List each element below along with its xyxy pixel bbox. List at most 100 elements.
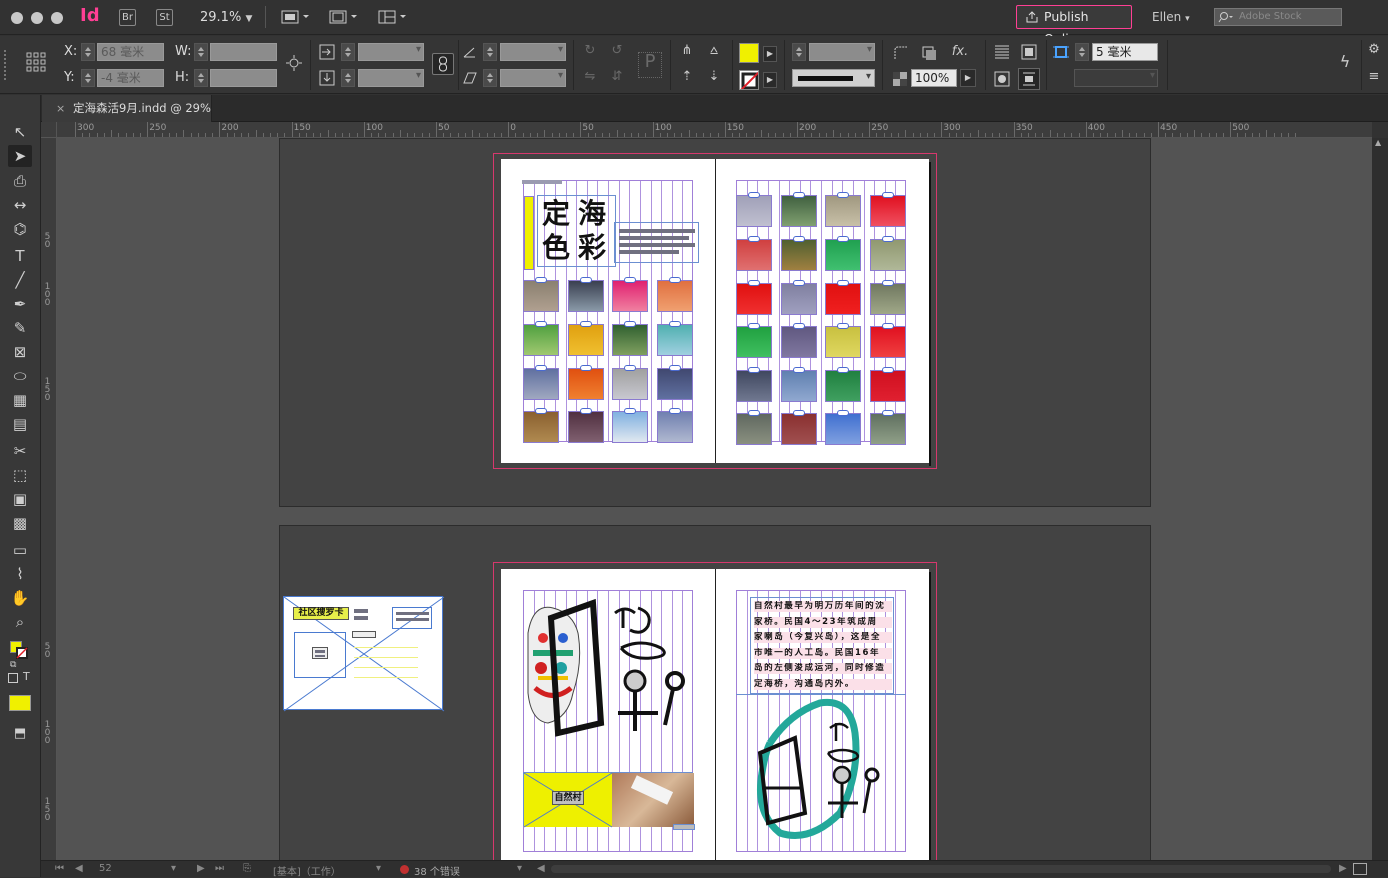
zoom-window-button[interactable]: [51, 12, 63, 24]
preflight-errors[interactable]: 38 个错误: [414, 863, 460, 878]
link-icon[interactable]: [624, 365, 636, 371]
last-page-icon[interactable]: ⏭: [215, 863, 224, 874]
stroke-offset-field[interactable]: 5 毫米: [1092, 43, 1158, 61]
stock-app-button[interactable]: St: [156, 9, 173, 26]
photo-thumbnail[interactable]: [870, 236, 906, 271]
link-icon[interactable]: [793, 323, 805, 329]
shear-stepper[interactable]: [483, 69, 497, 87]
fill-color-swatch[interactable]: [739, 43, 759, 63]
first-page-icon[interactable]: ⏮: [55, 863, 64, 874]
image-strip-frame[interactable]: 自然村: [523, 772, 694, 828]
document-tab[interactable]: × 定海森活9月.indd @ 29%: [42, 95, 212, 122]
scale-x-dropdown[interactable]: [358, 43, 424, 61]
scale-x-stepper[interactable]: [341, 43, 355, 61]
photo-thumbnail[interactable]: [825, 323, 861, 358]
gradient-feather-tool-icon[interactable]: ▩: [8, 512, 32, 534]
photo-thumbnail[interactable]: [657, 321, 693, 356]
panel-menu-icon[interactable]: ≡: [1365, 68, 1383, 86]
type-tool-icon[interactable]: T: [8, 245, 32, 267]
scroll-up-icon[interactable]: ▲: [1375, 138, 1385, 148]
photo-thumbnail[interactable]: [523, 321, 559, 356]
photo-thumbnail[interactable]: [825, 280, 861, 315]
link-icon[interactable]: [748, 410, 760, 416]
link-icon[interactable]: [882, 323, 894, 329]
split-layout-icon[interactable]: [1353, 863, 1367, 875]
gear-icon[interactable]: ⚙: [1365, 41, 1383, 59]
link-icon[interactable]: [837, 236, 849, 242]
text-wrap-jump-object-button[interactable]: [1018, 68, 1040, 90]
photo-thumbnail[interactable]: [870, 280, 906, 315]
publish-online-button[interactable]: Publish Online: [1016, 5, 1132, 46]
link-icon[interactable]: [793, 280, 805, 286]
photo-thumbnail[interactable]: [870, 410, 906, 445]
link-icon[interactable]: [535, 321, 547, 327]
x-position-field[interactable]: 68 毫米: [97, 43, 164, 61]
link-icon[interactable]: [669, 321, 681, 327]
horizontal-ruler[interactable]: 300 250 200 150 100 50 0 50 100 150 200 250 300 350 40…: [57, 122, 1372, 138]
select-next-object-icon[interactable]: ⇣: [705, 68, 723, 86]
rotation-stepper[interactable]: [483, 43, 497, 61]
constrain-scale-button[interactable]: [432, 53, 454, 75]
eyedropper-tool-icon[interactable]: ⌇: [8, 563, 32, 585]
select-previous-object-icon[interactable]: ⇡: [678, 68, 696, 86]
photo-thumbnail[interactable]: [568, 277, 604, 312]
constrain-proportions-icon[interactable]: [285, 54, 303, 72]
link-icon[interactable]: [748, 280, 760, 286]
page-number-field[interactable]: 52: [99, 863, 112, 874]
open-page-icon[interactable]: ⎘: [243, 863, 251, 874]
gap-tool-icon[interactable]: ↔: [8, 194, 32, 216]
arrange-documents-button[interactable]: [378, 9, 408, 25]
minimize-window-button[interactable]: [31, 12, 43, 24]
rotate-cw-icon[interactable]: ↻: [581, 42, 599, 60]
user-menu[interactable]: Ellen ▾: [1152, 10, 1190, 24]
shear-angle-dropdown[interactable]: [500, 69, 566, 87]
drop-shadow-icon[interactable]: [921, 45, 937, 61]
view-options-button[interactable]: [281, 9, 311, 25]
close-window-button[interactable]: [11, 12, 23, 24]
document-canvas[interactable]: 定 海 色 彩 社区搜罗卡 自然村 自然村最早为明万历年间的沈 家桥。民国4～2…: [57, 138, 1372, 860]
h-stepper[interactable]: [194, 69, 208, 87]
yellow-bar[interactable]: [524, 196, 534, 270]
previous-page-icon[interactable]: ◀: [75, 863, 83, 874]
y-position-field[interactable]: -4 毫米: [97, 69, 164, 87]
scroll-left-icon[interactable]: ◀: [537, 863, 545, 874]
photo-thumbnail[interactable]: [736, 410, 772, 445]
photo-thumbnail[interactable]: [568, 321, 604, 356]
mask-illustration[interactable]: [523, 593, 695, 743]
flip-vertical-icon[interactable]: ⇵: [608, 68, 626, 86]
photo-thumbnail[interactable]: [657, 408, 693, 443]
link-icon[interactable]: [837, 410, 849, 416]
content-collector-tool-icon[interactable]: ⌬: [8, 218, 32, 240]
link-icon[interactable]: [882, 410, 894, 416]
link-icon[interactable]: [580, 277, 592, 283]
body-text-frame[interactable]: 自然村最早为明万历年间的沈 家桥。民国4～23年筑成周 家喇岛（今复兴岛），这是全市…: [750, 597, 894, 694]
photo-thumbnail[interactable]: [657, 277, 693, 312]
stroke-weight-dropdown[interactable]: [809, 43, 875, 61]
photo-thumbnail[interactable]: [781, 280, 817, 315]
height-field[interactable]: [210, 69, 277, 87]
link-icon[interactable]: [669, 408, 681, 414]
stroke-swatch-tool[interactable]: [16, 647, 28, 659]
link-icon[interactable]: [624, 321, 636, 327]
page-tool-icon[interactable]: ⎙: [8, 170, 32, 192]
photo-thumbnail[interactable]: [523, 365, 559, 400]
text-wrap-none-icon[interactable]: [994, 44, 1010, 60]
link-icon[interactable]: [793, 410, 805, 416]
link-icon[interactable]: [837, 323, 849, 329]
photo-thumbnail[interactable]: [736, 236, 772, 271]
gradient-swatch-tool-icon[interactable]: ▣: [8, 488, 32, 510]
x-stepper[interactable]: [81, 43, 95, 61]
photo-thumbnail[interactable]: [523, 277, 559, 312]
width-field[interactable]: [210, 43, 277, 61]
link-icon[interactable]: [837, 280, 849, 286]
photo-thumbnail[interactable]: [612, 321, 648, 356]
link-icon[interactable]: [882, 236, 894, 242]
adobe-stock-search-input[interactable]: Adobe Stock: [1214, 8, 1342, 26]
photo-thumbnail[interactable]: [781, 192, 817, 227]
stroke-color-swatch[interactable]: [739, 70, 759, 90]
fill-swatch-menu-button[interactable]: ▶: [763, 46, 777, 62]
opacity-field[interactable]: 100%: [911, 69, 957, 87]
link-icon[interactable]: [580, 408, 592, 414]
photo-thumbnail[interactable]: [568, 408, 604, 443]
scissors-tool-icon[interactable]: ✂: [8, 440, 32, 462]
